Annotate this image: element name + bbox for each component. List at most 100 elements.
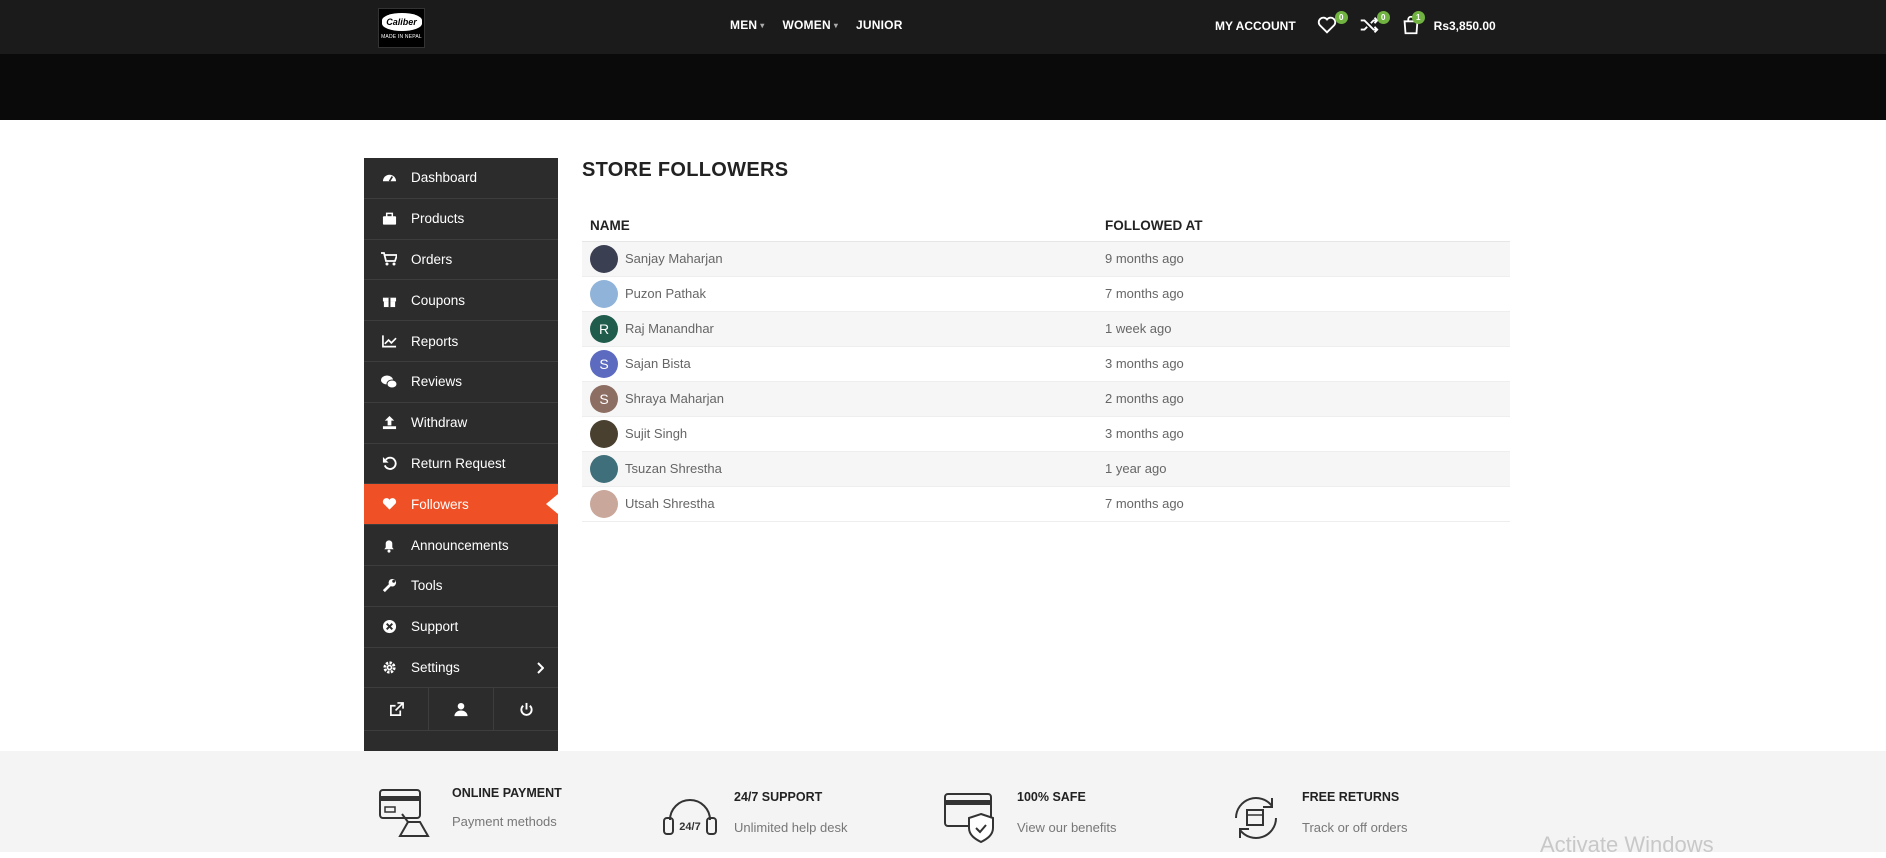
user-icon [454,702,468,716]
table-header-row: NAME FOLLOWED AT [582,210,1510,242]
follower-name-cell: S Shraya Maharjan [582,381,1097,417]
nav-men-label: MEN [730,18,758,32]
feature-subtitle: Payment methods [452,814,557,829]
column-header-name: NAME [582,210,1097,242]
follower-identity: Tsuzan Shrestha [590,454,1089,483]
power-icon [519,702,533,716]
feature-support: 24/7 24/7 SUPPORT Unlimited help desk [660,790,847,846]
sidebar-item-return-request[interactable]: Return Request [364,444,558,485]
cart-icon [380,250,398,268]
sidebar-item-label: Support [411,619,459,635]
top-header [0,0,1886,54]
compare-count-badge: 0 [1376,11,1390,24]
follower-name-link[interactable]: Raj Manandhar [625,321,714,336]
follower-name-cell: Tsuzan Shrestha [582,451,1097,487]
follower-identity: Sujit Singh [590,419,1089,448]
heart-icon [380,495,398,513]
follower-identity: Puzon Pathak [590,279,1089,308]
follower-name-link[interactable]: Shraya Maharjan [625,391,724,406]
cart-button[interactable]: 1 [1400,11,1425,38]
sidebar-item-reports[interactable]: Reports [364,321,558,362]
feature-subtitle: Unlimited help desk [734,820,848,835]
profile-button[interactable] [429,688,494,731]
table-row: S Shraya Maharjan 2 months ago [582,381,1510,417]
gear-icon [380,658,398,676]
my-account-link[interactable]: MY ACCOUNT [1215,19,1296,33]
table-row: Tsuzan Shrestha 1 year ago [582,451,1510,487]
sidebar-item-reviews[interactable]: Reviews [364,362,558,403]
chevron-down-icon: ▾ [760,20,765,30]
svg-text:24/7: 24/7 [679,821,700,833]
follower-name-link[interactable]: Sajan Bista [625,356,691,371]
sidebar-item-settings[interactable]: Settings [364,648,558,689]
upload-icon [380,414,398,432]
nav-junior[interactable]: JUNIOR [856,18,903,32]
visit-store-button[interactable] [364,688,429,731]
feature-title: 24/7 SUPPORT [734,790,823,804]
followed-at-cell: 1 week ago [1097,311,1510,347]
avatar [590,454,618,483]
followed-at-cell: 3 months ago [1097,346,1510,382]
shield-card-icon [944,793,994,844]
sidebar-item-label: Return Request [411,455,506,471]
windows-activation-watermark: Activate Windows [1540,832,1714,857]
return-box-icon [1235,797,1277,839]
logout-button[interactable] [494,688,558,730]
follower-name-cell: R Raj Manandhar [582,311,1097,347]
followed-at-cell: 7 months ago [1097,276,1510,312]
sidebar-item-coupons[interactable]: Coupons [364,280,558,322]
support-icon [380,618,398,636]
avatar [590,279,618,308]
sidebar-item-withdraw[interactable]: Withdraw [364,403,558,444]
follower-name-cell: Puzon Pathak [582,276,1097,312]
sidebar-item-tools[interactable]: Tools [364,566,558,607]
sidebar-item-label: Orders [411,251,453,267]
avatar: S [590,349,618,378]
followed-at-cell: 3 months ago [1097,416,1510,452]
follower-name-cell: S Sajan Bista [582,346,1097,382]
follower-name-cell: Sanjay Maharjan [582,241,1097,277]
sidebar-item-orders[interactable]: Orders [364,240,558,281]
wrench-icon [380,577,398,595]
feature-subtitle: View our benefits [1017,820,1117,835]
sidebar-item-products[interactable]: Products [364,199,558,240]
sidebar-item-followers[interactable]: Followers [364,484,558,526]
sidebar-footer [364,688,558,732]
follower-name-link[interactable]: Utsah Shrestha [625,496,715,511]
table-row: R Raj Manandhar 1 week ago [582,311,1510,347]
sidebar-item-label: Dashboard [411,170,478,186]
cart-total[interactable]: Rs3,850.00 [1434,19,1496,33]
sidebar-item-support[interactable]: Support [364,607,558,648]
avatar: R [590,314,618,343]
headset-icon: 24/7 [663,799,717,835]
wishlist-button[interactable]: 0 [1316,11,1348,38]
feature-returns: FREE RETURNS Track or off orders [1228,790,1407,846]
site-logo[interactable]: Caliber MADE IN NEPAL [378,8,425,48]
follower-name-link[interactable]: Puzon Pathak [625,286,706,301]
follower-identity: S Shraya Maharjan [590,384,1089,413]
sidebar-item-label: Reviews [411,374,463,390]
sidebar-item-dashboard[interactable]: Dashboard [364,158,558,199]
nav-men[interactable]: MEN ▾ [730,18,765,32]
feature-subtitle: Track or off orders [1302,820,1408,835]
follower-name-link[interactable]: Sujit Singh [625,426,687,441]
dashboard-sidebar: Dashboard Products Orders Coupons Report… [364,158,558,751]
sidebar-item-label: Coupons [411,292,466,308]
follower-name-link[interactable]: Sanjay Maharjan [625,251,723,266]
follower-name-cell: Utsah Shrestha [582,486,1097,522]
logo-tagline: MADE IN NEPAL [381,34,422,40]
undo-icon [380,454,398,472]
follower-identity: R Raj Manandhar [590,314,1089,343]
follower-identity: S Sajan Bista [590,349,1089,378]
chart-icon [380,332,398,350]
sidebar-item-announcements[interactable]: Announcements [364,525,558,566]
credit-card-hand-icon [379,789,430,837]
nav-women[interactable]: WOMEN ▾ [783,18,839,32]
table-row: Puzon Pathak 7 months ago [582,276,1510,312]
follower-name-link[interactable]: Tsuzan Shrestha [625,461,722,476]
dashboard-icon [380,169,398,187]
header-actions: MY ACCOUNT 0 0 1 Rs3,850.00 [1215,11,1496,38]
logo-brand: Caliber [381,13,422,31]
nav-women-label: WOMEN [782,18,831,32]
compare-button[interactable]: 0 [1358,11,1390,38]
